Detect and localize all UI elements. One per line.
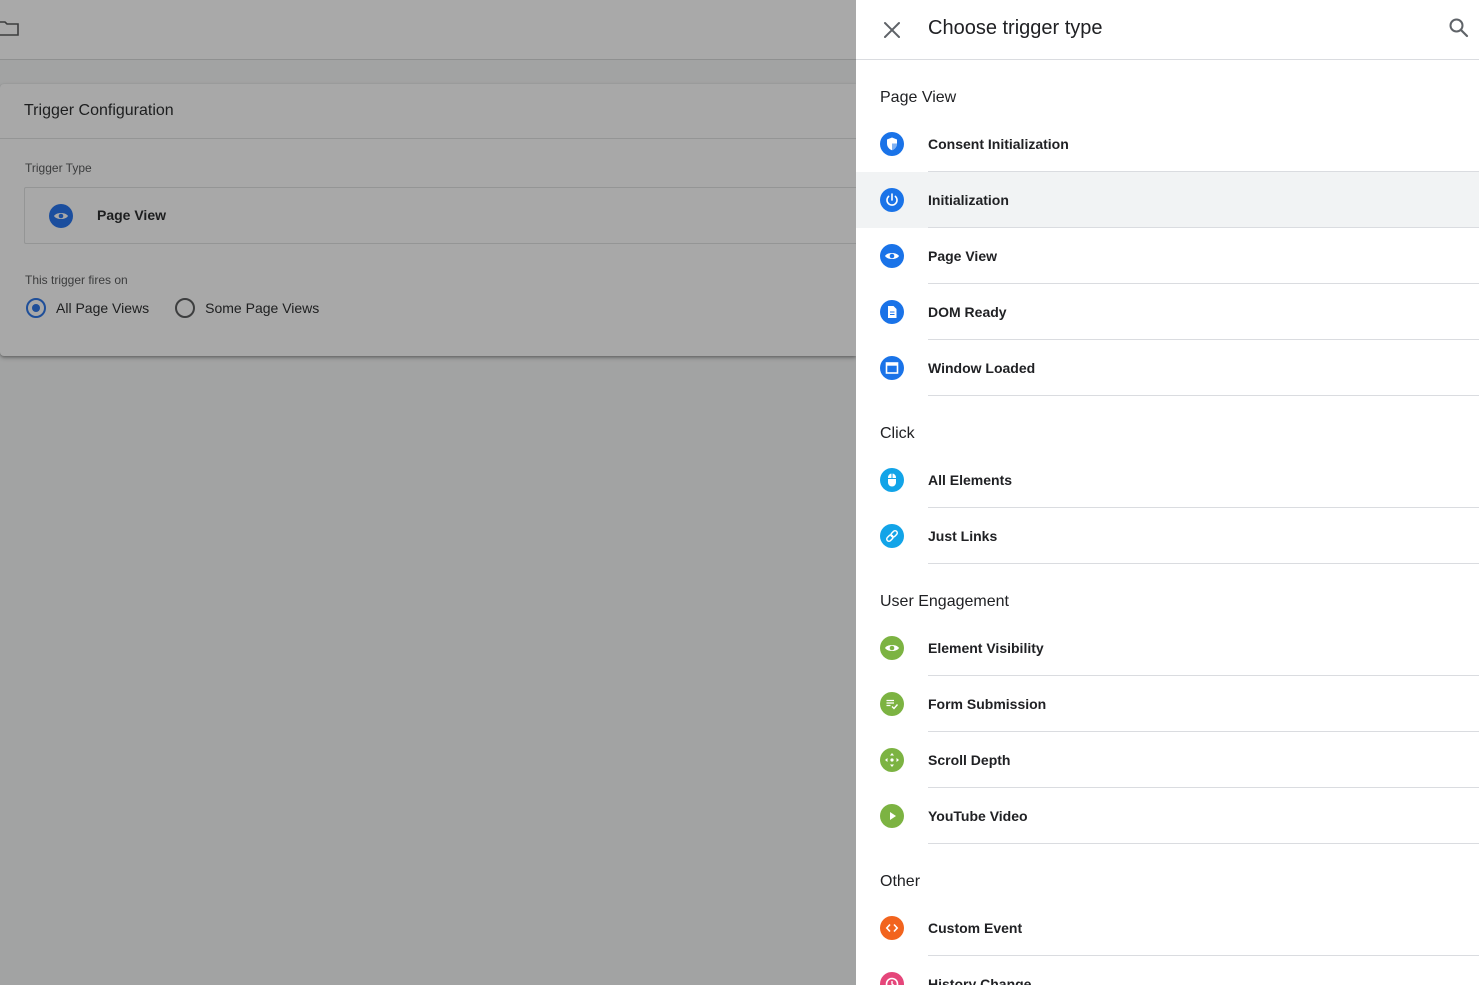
trigger-item-window-loaded[interactable]: Window Loaded [856, 340, 1479, 396]
section-page-view: Page View [880, 89, 957, 106]
close-icon[interactable] [878, 16, 906, 44]
trigger-type-selector[interactable]: Page View [24, 187, 884, 244]
card-title: Trigger Configuration [0, 84, 856, 139]
section-user-engagement: User Engagement [880, 593, 1009, 610]
trigger-item-label: History Change [928, 976, 1032, 985]
trigger-item-label: Page View [928, 248, 998, 264]
trigger-item-youtube-video[interactable]: YouTube Video [856, 788, 1479, 844]
trigger-configuration-card: Trigger Configuration Trigger Type Page … [0, 84, 884, 356]
trigger-item-label: DOM Ready [928, 304, 1007, 320]
trigger-item-label: Custom Event [928, 920, 1023, 936]
trigger-item-just-links[interactable]: Just Links [856, 508, 1479, 564]
search-icon[interactable] [1446, 15, 1472, 41]
clock-icon [880, 972, 904, 985]
folder-icon[interactable] [0, 19, 20, 37]
divider [928, 843, 1479, 844]
radio-all-page-views[interactable]: All Page Views [26, 298, 149, 318]
code-icon [880, 916, 904, 940]
trigger-item-label: Just Links [928, 528, 998, 544]
trigger-item-all-elements[interactable]: All Elements [856, 452, 1479, 508]
form-check-icon [880, 692, 904, 716]
radio-selected-indicator [26, 298, 46, 318]
window-icon [880, 356, 904, 380]
eye-icon [49, 204, 73, 228]
trigger-item-form-submission[interactable]: Form Submission [856, 676, 1479, 732]
trigger-item-label: Consent Initialization [928, 136, 1069, 152]
trigger-item-label: All Elements [928, 472, 1013, 488]
trigger-item-element-visibility[interactable]: Element Visibility [856, 620, 1479, 676]
trigger-type-label: Trigger Type [25, 161, 92, 175]
radio-unselected-indicator [175, 298, 196, 318]
eye-icon [880, 244, 904, 268]
drawer-title: Choose trigger type [928, 17, 1103, 39]
trigger-item-label: Window Loaded [928, 360, 1036, 376]
power-icon [880, 188, 904, 212]
fires-on-radio-group: All Page Views Some Page Views [26, 298, 345, 318]
trigger-type-value: Page View [97, 207, 167, 223]
trigger-item-label: Element Visibility [928, 640, 1044, 656]
play-icon [880, 804, 904, 828]
trigger-item-scroll-depth[interactable]: Scroll Depth [856, 732, 1479, 788]
document-icon [880, 300, 904, 324]
fires-on-label: This trigger fires on [25, 273, 128, 287]
trigger-item-label: Form Submission [928, 696, 1047, 712]
shield-icon [880, 132, 904, 156]
divider [928, 395, 1479, 396]
radio-some-page-views[interactable]: Some Page Views [175, 298, 319, 318]
eye-icon [880, 636, 904, 660]
trigger-item-history-change[interactable]: History Change [856, 956, 1479, 985]
move-arrows-icon [880, 748, 904, 772]
trigger-item-label: YouTube Video [928, 808, 1028, 824]
link-icon [880, 524, 904, 548]
divider [928, 563, 1479, 564]
trigger-item-consent-initialization[interactable]: Consent Initialization [856, 116, 1479, 172]
trigger-item-initialization[interactable]: Initialization [856, 172, 1479, 228]
drawer-header: Choose trigger type [856, 0, 1479, 60]
trigger-item-dom-ready[interactable]: DOM Ready [856, 284, 1479, 340]
choose-trigger-type-drawer: Choose trigger type Page View Consent In… [856, 0, 1479, 985]
trigger-item-page-view[interactable]: Page View [856, 228, 1479, 284]
background-top-bar [0, 0, 856, 60]
trigger-item-label: Initialization [928, 192, 1009, 208]
trigger-item-custom-event[interactable]: Custom Event [856, 900, 1479, 956]
section-other: Other [880, 873, 921, 890]
mouse-icon [880, 468, 904, 492]
section-click: Click [880, 425, 915, 442]
trigger-item-label: Scroll Depth [928, 752, 1011, 768]
